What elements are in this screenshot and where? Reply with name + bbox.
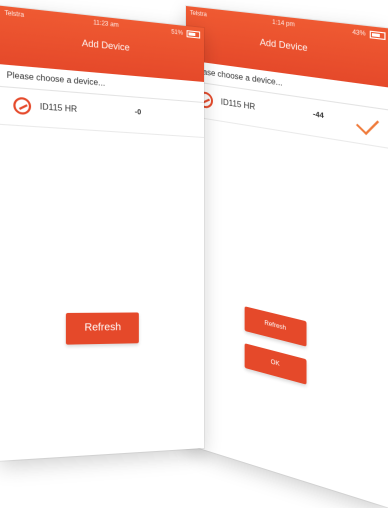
battery-status: 51% xyxy=(171,28,201,39)
battery-percent: 43% xyxy=(352,29,366,38)
device-signal-strength: -44 xyxy=(312,111,324,121)
front-phone-screen: Telstra 11:23 am 51% Add Device Please c… xyxy=(0,5,204,461)
back-phone-screen: Telstra 1:14 pm 43% Add Device Please ch… xyxy=(186,6,388,508)
battery-status: 43% xyxy=(352,29,386,41)
device-link-icon xyxy=(13,96,32,116)
device-name: ID115 HR xyxy=(39,101,78,115)
refresh-button[interactable]: Refresh xyxy=(65,312,139,345)
battery-percent: 51% xyxy=(171,29,183,37)
battery-icon xyxy=(186,30,201,39)
refresh-button[interactable]: Refresh xyxy=(244,306,307,347)
device-signal-strength: -0 xyxy=(134,108,142,117)
battery-icon xyxy=(369,30,386,41)
device-name: ID115 HR xyxy=(220,97,256,112)
ok-button[interactable]: OK xyxy=(244,343,307,385)
checkmark-icon xyxy=(355,112,380,136)
